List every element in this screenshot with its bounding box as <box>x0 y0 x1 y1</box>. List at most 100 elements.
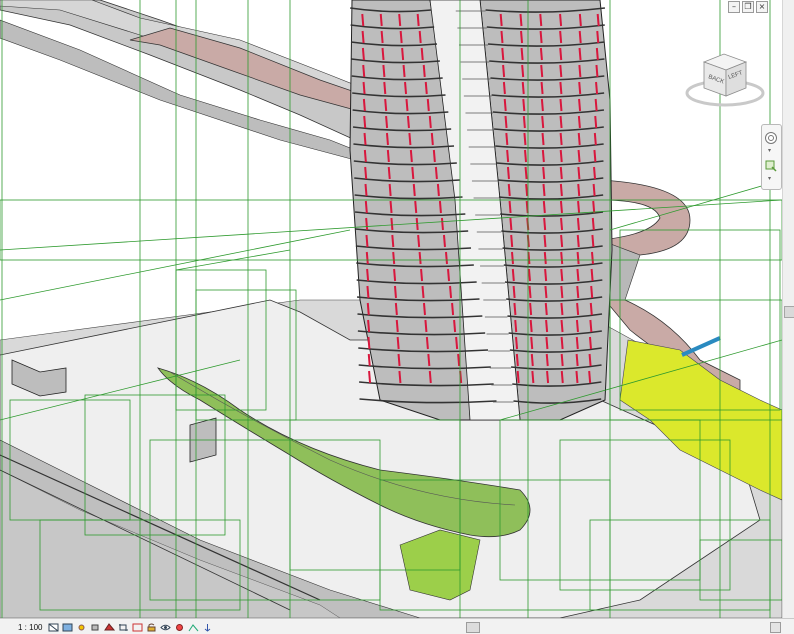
facade-mullion <box>505 132 509 146</box>
show-crop-icon[interactable] <box>132 623 143 632</box>
shadows-icon[interactable] <box>90 623 101 632</box>
facade-mullion <box>559 47 563 61</box>
facade-mullion <box>560 268 564 282</box>
facade-mullion <box>544 302 548 316</box>
facade-mullion <box>422 64 426 78</box>
highlight-icon[interactable] <box>202 623 213 632</box>
facade-mullion <box>578 13 582 27</box>
facade-mullion <box>411 166 415 180</box>
facade-mullion <box>417 234 421 248</box>
facade-mullion <box>392 251 396 265</box>
view-scale[interactable]: 1 : 100 <box>0 623 48 632</box>
facade-mullion <box>506 149 510 163</box>
facade-mullion <box>595 64 599 78</box>
facade-mullion <box>364 166 368 180</box>
facade-mullion <box>418 30 422 44</box>
facade-mullion <box>388 183 392 197</box>
facade-mullion <box>560 251 564 265</box>
render-icon[interactable] <box>104 622 116 632</box>
facade-mullion <box>577 149 581 163</box>
facade-mullion <box>593 132 597 146</box>
facade-mullion <box>521 64 525 78</box>
restore-icon[interactable]: ❐ <box>742 1 754 13</box>
facade-mullion <box>527 268 531 282</box>
facade-mullion <box>506 166 510 180</box>
chevron-down-icon[interactable]: ▾ <box>768 175 771 182</box>
sun-path-icon[interactable] <box>76 623 87 632</box>
facade-mullion <box>589 302 593 316</box>
view-window-controls: – ❐ × <box>728 1 768 13</box>
facade-mullion <box>546 370 550 384</box>
facade-mullion <box>544 285 548 299</box>
facade-mullion <box>522 98 526 112</box>
temporary-hide-icon[interactable] <box>160 623 172 632</box>
facade-mullion <box>507 183 511 197</box>
facade-mullion <box>559 98 563 112</box>
facade-mullion <box>381 47 385 61</box>
chevron-down-icon[interactable]: ▾ <box>768 147 771 154</box>
analytical-model-icon[interactable] <box>188 623 199 632</box>
facade-mullion <box>576 285 580 299</box>
facade-mullion <box>383 81 387 95</box>
facade-mullion <box>559 81 563 95</box>
scroll-corner-grip[interactable] <box>770 622 781 633</box>
facade-mullion <box>540 81 544 95</box>
facade-mullion <box>395 319 399 333</box>
facade-mullion <box>545 353 549 367</box>
viewcube[interactable]: BACK LEFT <box>684 48 766 110</box>
facade-mullion <box>366 268 370 282</box>
facade-mullion <box>542 166 546 180</box>
facade-mullion <box>449 285 453 299</box>
facade-mullion <box>543 251 547 265</box>
facade-mullion <box>575 353 579 367</box>
steering-wheel-icon[interactable] <box>764 131 778 145</box>
zoom-region-icon[interactable] <box>764 159 778 173</box>
facade-mullion <box>542 183 546 197</box>
facade-mullion <box>390 217 394 231</box>
close-icon[interactable]: × <box>756 1 768 13</box>
facade-mullion <box>593 166 597 180</box>
facade-mullion <box>363 115 367 129</box>
facade-mullion <box>559 183 563 197</box>
visual-style-icon[interactable] <box>62 623 73 632</box>
building-model-render <box>0 0 782 618</box>
facade-mullion <box>560 302 564 316</box>
facade-mullion <box>577 166 581 180</box>
facade-mullion <box>543 234 547 248</box>
unlock-3d-icon[interactable] <box>146 623 157 632</box>
vertical-scroll-thumb[interactable] <box>784 306 794 318</box>
facade-mullion <box>361 30 365 44</box>
facade-mullion <box>524 166 528 180</box>
facade-mullion <box>522 115 526 129</box>
facade-mullion <box>545 319 549 333</box>
reveal-hidden-icon[interactable] <box>174 623 185 632</box>
model-viewport-3d[interactable]: – ❐ × BACK LEFT ▾ ▾ <box>0 0 782 618</box>
facade-mullion <box>387 166 391 180</box>
facade-mullion <box>436 183 440 197</box>
facade-mullion <box>530 353 534 367</box>
facade-mullion <box>457 353 461 367</box>
facade-mullion <box>541 115 545 129</box>
facade-mullion <box>402 64 406 78</box>
facade-mullion <box>361 47 365 61</box>
facade-mullion <box>544 268 548 282</box>
facade-mullion <box>575 336 579 350</box>
vertical-scrollbar[interactable] <box>782 0 794 618</box>
facade-mullion <box>422 302 426 316</box>
navigation-bar: ▾ ▾ <box>761 124 782 190</box>
facade-mullion <box>591 234 595 248</box>
minimize-icon[interactable]: – <box>728 1 740 13</box>
crop-icon[interactable] <box>118 623 129 632</box>
facade-mullion <box>385 132 389 146</box>
facade-mullion <box>418 251 422 265</box>
facade-mullion <box>406 115 410 129</box>
facade-mullion <box>412 183 416 197</box>
facade-mullion <box>405 98 409 112</box>
facade-mullion <box>577 200 581 214</box>
facade-mullion <box>560 217 564 231</box>
horizontal-scroll-thumb[interactable] <box>466 622 480 633</box>
facade-mullion <box>500 30 504 44</box>
facade-mullion <box>393 285 397 299</box>
facade-mullion <box>530 336 534 350</box>
detail-level-icon[interactable] <box>48 623 59 632</box>
